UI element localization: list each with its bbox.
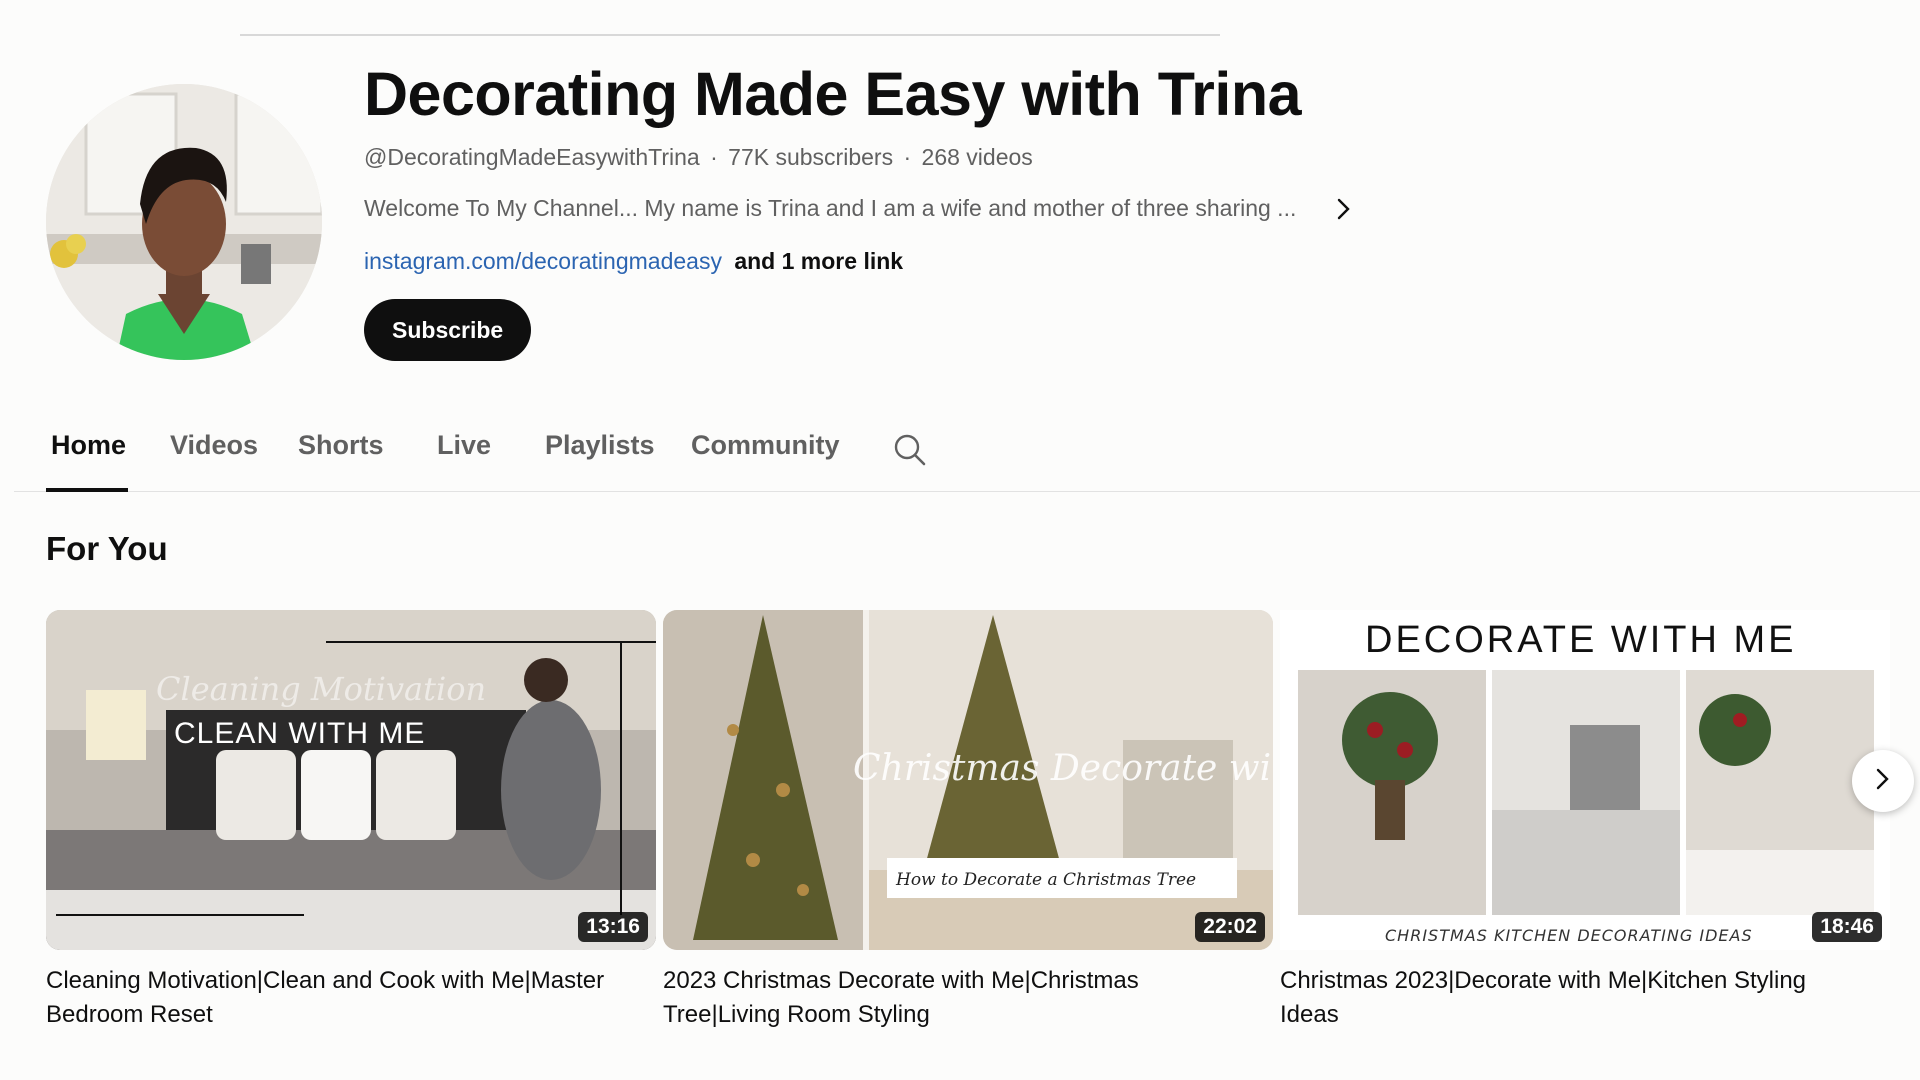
meta-separator: · [710,144,718,170]
thumbnail-script-text: Cleaning Motivation [156,670,486,708]
tab-home[interactable]: Home [51,430,126,461]
video-card[interactable]: Christmas Decorate with Me How to Decora… [663,610,1273,1032]
instagram-link[interactable]: instagram.com/decoratingmadeasy [364,248,722,274]
chevron-right-icon [1875,767,1891,796]
active-tab-indicator [46,488,128,492]
carousel-next-button[interactable] [1852,750,1914,812]
meta-separator: · [903,144,912,170]
channel-description[interactable]: Welcome To My Channel... My name is Trin… [364,195,1464,222]
section-title: For You [46,530,168,567]
chevron-right-icon[interactable] [1332,197,1356,221]
video-thumbnail[interactable]: Christmas Decorate with Me How to Decora… [663,610,1273,950]
subscriber-count: 77K subscribers [728,144,894,170]
channel-meta: @DecoratingMadeEasywithTrina · 77K subsc… [364,144,1464,171]
thumbnail-script-text: Christmas Decorate with Me [853,748,1273,789]
video-title[interactable]: Christmas 2023|Decorate with Me|Kitchen … [1280,964,1870,1032]
tab-playlists[interactable]: Playlists [545,430,655,461]
thumbnail-image: DECORATE WITH ME CHRISTMAS KITCHEN DECOR… [1280,610,1890,950]
video-title[interactable]: 2023 Christmas Decorate with Me|Christma… [663,964,1253,1032]
thumbnail-caption: How to Decorate a Christmas Tree [895,870,1196,890]
video-title[interactable]: Cleaning Motivation|Clean and Cook with … [46,964,636,1032]
video-count: 268 videos [921,144,1033,170]
tab-live[interactable]: Live [437,430,491,461]
channel-tabs: Home Videos Shorts Live Playlists Commun… [14,418,1920,492]
tab-shorts[interactable]: Shorts [298,430,384,461]
channel-handle[interactable]: @DecoratingMadeEasywithTrina [364,144,700,170]
search-icon[interactable] [890,430,930,470]
tab-community[interactable]: Community [691,430,840,461]
channel-links: instagram.com/decoratingmadeasy and 1 mo… [364,248,1464,275]
thumbnail-image: Christmas Decorate with Me How to Decora… [663,610,1273,950]
avatar-image [46,84,322,360]
video-thumbnail[interactable]: DECORATE WITH ME CHRISTMAS KITCHEN DECOR… [1280,610,1890,950]
video-card[interactable]: Cleaning Motivation CLEAN WITH ME 13:16 … [46,610,656,1032]
thumbnail-image: Cleaning Motivation CLEAN WITH ME [46,610,656,950]
thumbnail-heading: DECORATE WITH ME [1365,619,1797,661]
channel-title: Decorating Made Easy with Trina [364,60,1302,128]
thumbnail-caption: CLEAN WITH ME [174,717,425,750]
top-divider [240,34,1220,36]
subscribe-button[interactable]: Subscribe [364,299,532,361]
thumbnail-caption: CHRISTMAS KITCHEN DECORATING IDEAS [1385,926,1753,945]
video-card[interactable]: DECORATE WITH ME CHRISTMAS KITCHEN DECOR… [1280,610,1890,1032]
video-duration: 18:46 [1812,912,1882,942]
more-links[interactable]: and 1 more link [734,248,903,274]
video-thumbnail[interactable]: Cleaning Motivation CLEAN WITH ME 13:16 [46,610,656,950]
channel-header: Decorating Made Easy with Trina @Decorat… [364,58,1464,361]
description-text: Welcome To My Channel... My name is Trin… [364,195,1297,221]
video-duration: 13:16 [578,912,648,942]
video-duration: 22:02 [1195,912,1265,942]
tab-videos[interactable]: Videos [170,430,258,461]
channel-avatar[interactable] [46,84,322,360]
